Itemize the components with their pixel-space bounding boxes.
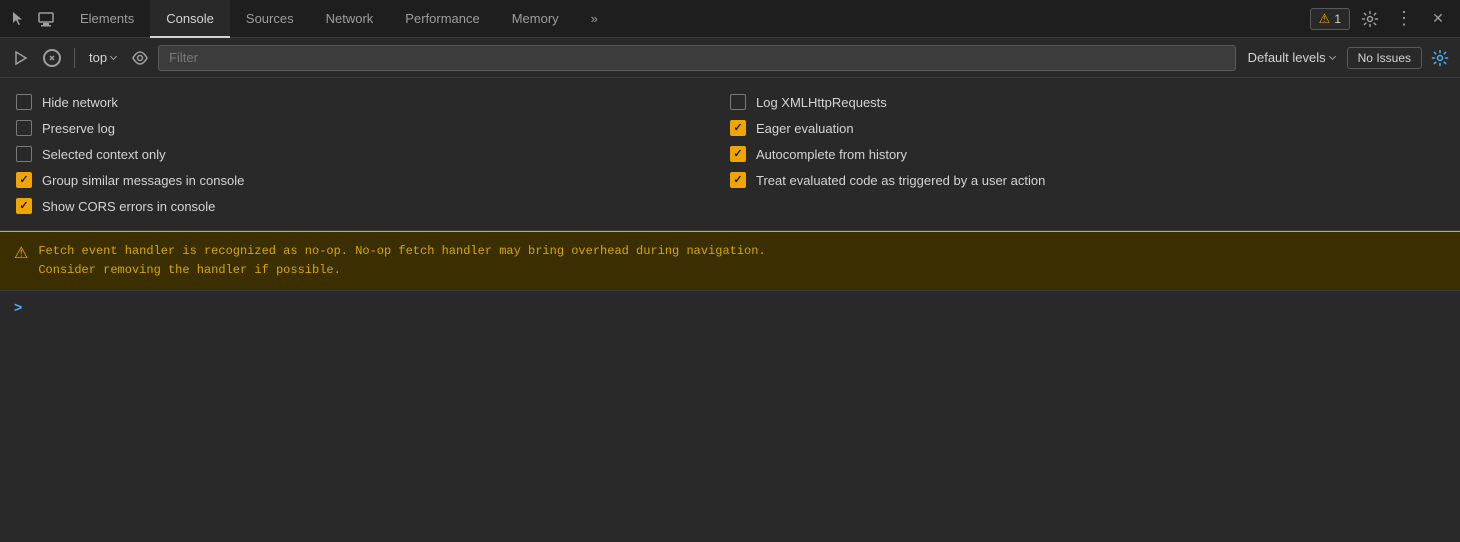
console-settings-icon[interactable] [1426, 44, 1454, 72]
option-preserve-log[interactable]: Preserve log [16, 118, 730, 138]
option-treat-evaluated[interactable]: Treat evaluated code as triggered by a u… [730, 170, 1444, 190]
stop-icon[interactable] [38, 44, 66, 72]
options-right: Log XMLHttpRequests Eager evaluation Aut… [730, 86, 1444, 222]
tab-bar-right: ⚠ 1 ⋮ ✕ [1310, 5, 1456, 33]
label-eager-eval: Eager evaluation [756, 121, 854, 136]
option-group-similar[interactable]: Group similar messages in console [16, 170, 730, 190]
label-treat-evaluated: Treat evaluated code as triggered by a u… [756, 173, 1045, 188]
levels-button[interactable]: Default levels [1240, 46, 1343, 69]
console-toolbar: top Default levels No Issues [0, 38, 1460, 78]
checkbox-hide-network[interactable] [16, 94, 32, 110]
label-log-xmlhttp: Log XMLHttpRequests [756, 95, 887, 110]
warning-line1: Fetch event handler is recognized as no-… [38, 242, 765, 261]
cursor-icon[interactable] [4, 0, 32, 38]
tabs-left: Elements Console Sources Network Perform… [4, 0, 1310, 38]
settings-button[interactable] [1356, 5, 1384, 33]
option-log-xmlhttp[interactable]: Log XMLHttpRequests [730, 92, 1444, 112]
warning-message: ⚠ Fetch event handler is recognized as n… [0, 231, 1460, 291]
no-issues-button[interactable]: No Issues [1347, 47, 1422, 69]
tab-console[interactable]: Console [150, 0, 230, 38]
checkbox-log-xmlhttp[interactable] [730, 94, 746, 110]
checkbox-show-cors[interactable] [16, 198, 32, 214]
warning-badge[interactable]: ⚠ 1 [1310, 8, 1350, 30]
checkbox-autocomplete-history[interactable] [730, 146, 746, 162]
label-autocomplete-history: Autocomplete from history [756, 147, 907, 162]
eye-icon[interactable] [126, 44, 154, 72]
filter-input[interactable] [158, 45, 1236, 71]
warning-text-content: Fetch event handler is recognized as no-… [38, 242, 765, 280]
more-options-button[interactable]: ⋮ [1390, 5, 1418, 33]
tab-bar: Elements Console Sources Network Perform… [0, 0, 1460, 38]
warning-icon: ⚠ [14, 243, 28, 263]
console-input-area: > [0, 291, 1460, 323]
option-hide-network[interactable]: Hide network [16, 92, 730, 112]
play-icon[interactable] [6, 44, 34, 72]
label-show-cors: Show CORS errors in console [42, 199, 215, 214]
checkbox-group-similar[interactable] [16, 172, 32, 188]
tab-network[interactable]: Network [310, 0, 390, 38]
levels-dropdown-icon [1329, 53, 1336, 60]
checkbox-preserve-log[interactable] [16, 120, 32, 136]
label-selected-context: Selected context only [42, 147, 166, 162]
checkbox-selected-context[interactable] [16, 146, 32, 162]
options-left: Hide network Preserve log Selected conte… [16, 86, 730, 222]
option-show-cors[interactable]: Show CORS errors in console [16, 196, 730, 216]
tab-elements[interactable]: Elements [64, 0, 150, 38]
label-group-similar: Group similar messages in console [42, 173, 244, 188]
console-input-field[interactable] [30, 300, 1446, 315]
checkbox-eager-eval[interactable] [730, 120, 746, 136]
option-selected-context[interactable]: Selected context only [16, 144, 730, 164]
tab-performance[interactable]: Performance [389, 0, 495, 38]
tab-more[interactable]: » [575, 0, 614, 38]
tab-sources[interactable]: Sources [230, 0, 310, 38]
close-button[interactable]: ✕ [1424, 5, 1452, 33]
checkbox-treat-evaluated[interactable] [730, 172, 746, 188]
responsive-icon[interactable] [32, 0, 60, 38]
option-eager-eval[interactable]: Eager evaluation [730, 118, 1444, 138]
warning-line2: Consider removing the handler if possibl… [38, 261, 765, 280]
warning-triangle-icon: ⚠ [1319, 11, 1331, 27]
context-selector[interactable]: top [83, 48, 122, 67]
prompt-icon: > [14, 299, 22, 315]
option-autocomplete-history[interactable]: Autocomplete from history [730, 144, 1444, 164]
label-preserve-log: Preserve log [42, 121, 115, 136]
toolbar-divider [74, 48, 75, 68]
context-dropdown-icon [110, 53, 117, 60]
label-hide-network: Hide network [42, 95, 118, 110]
tab-memory[interactable]: Memory [496, 0, 575, 38]
options-panel: Hide network Preserve log Selected conte… [0, 78, 1460, 231]
